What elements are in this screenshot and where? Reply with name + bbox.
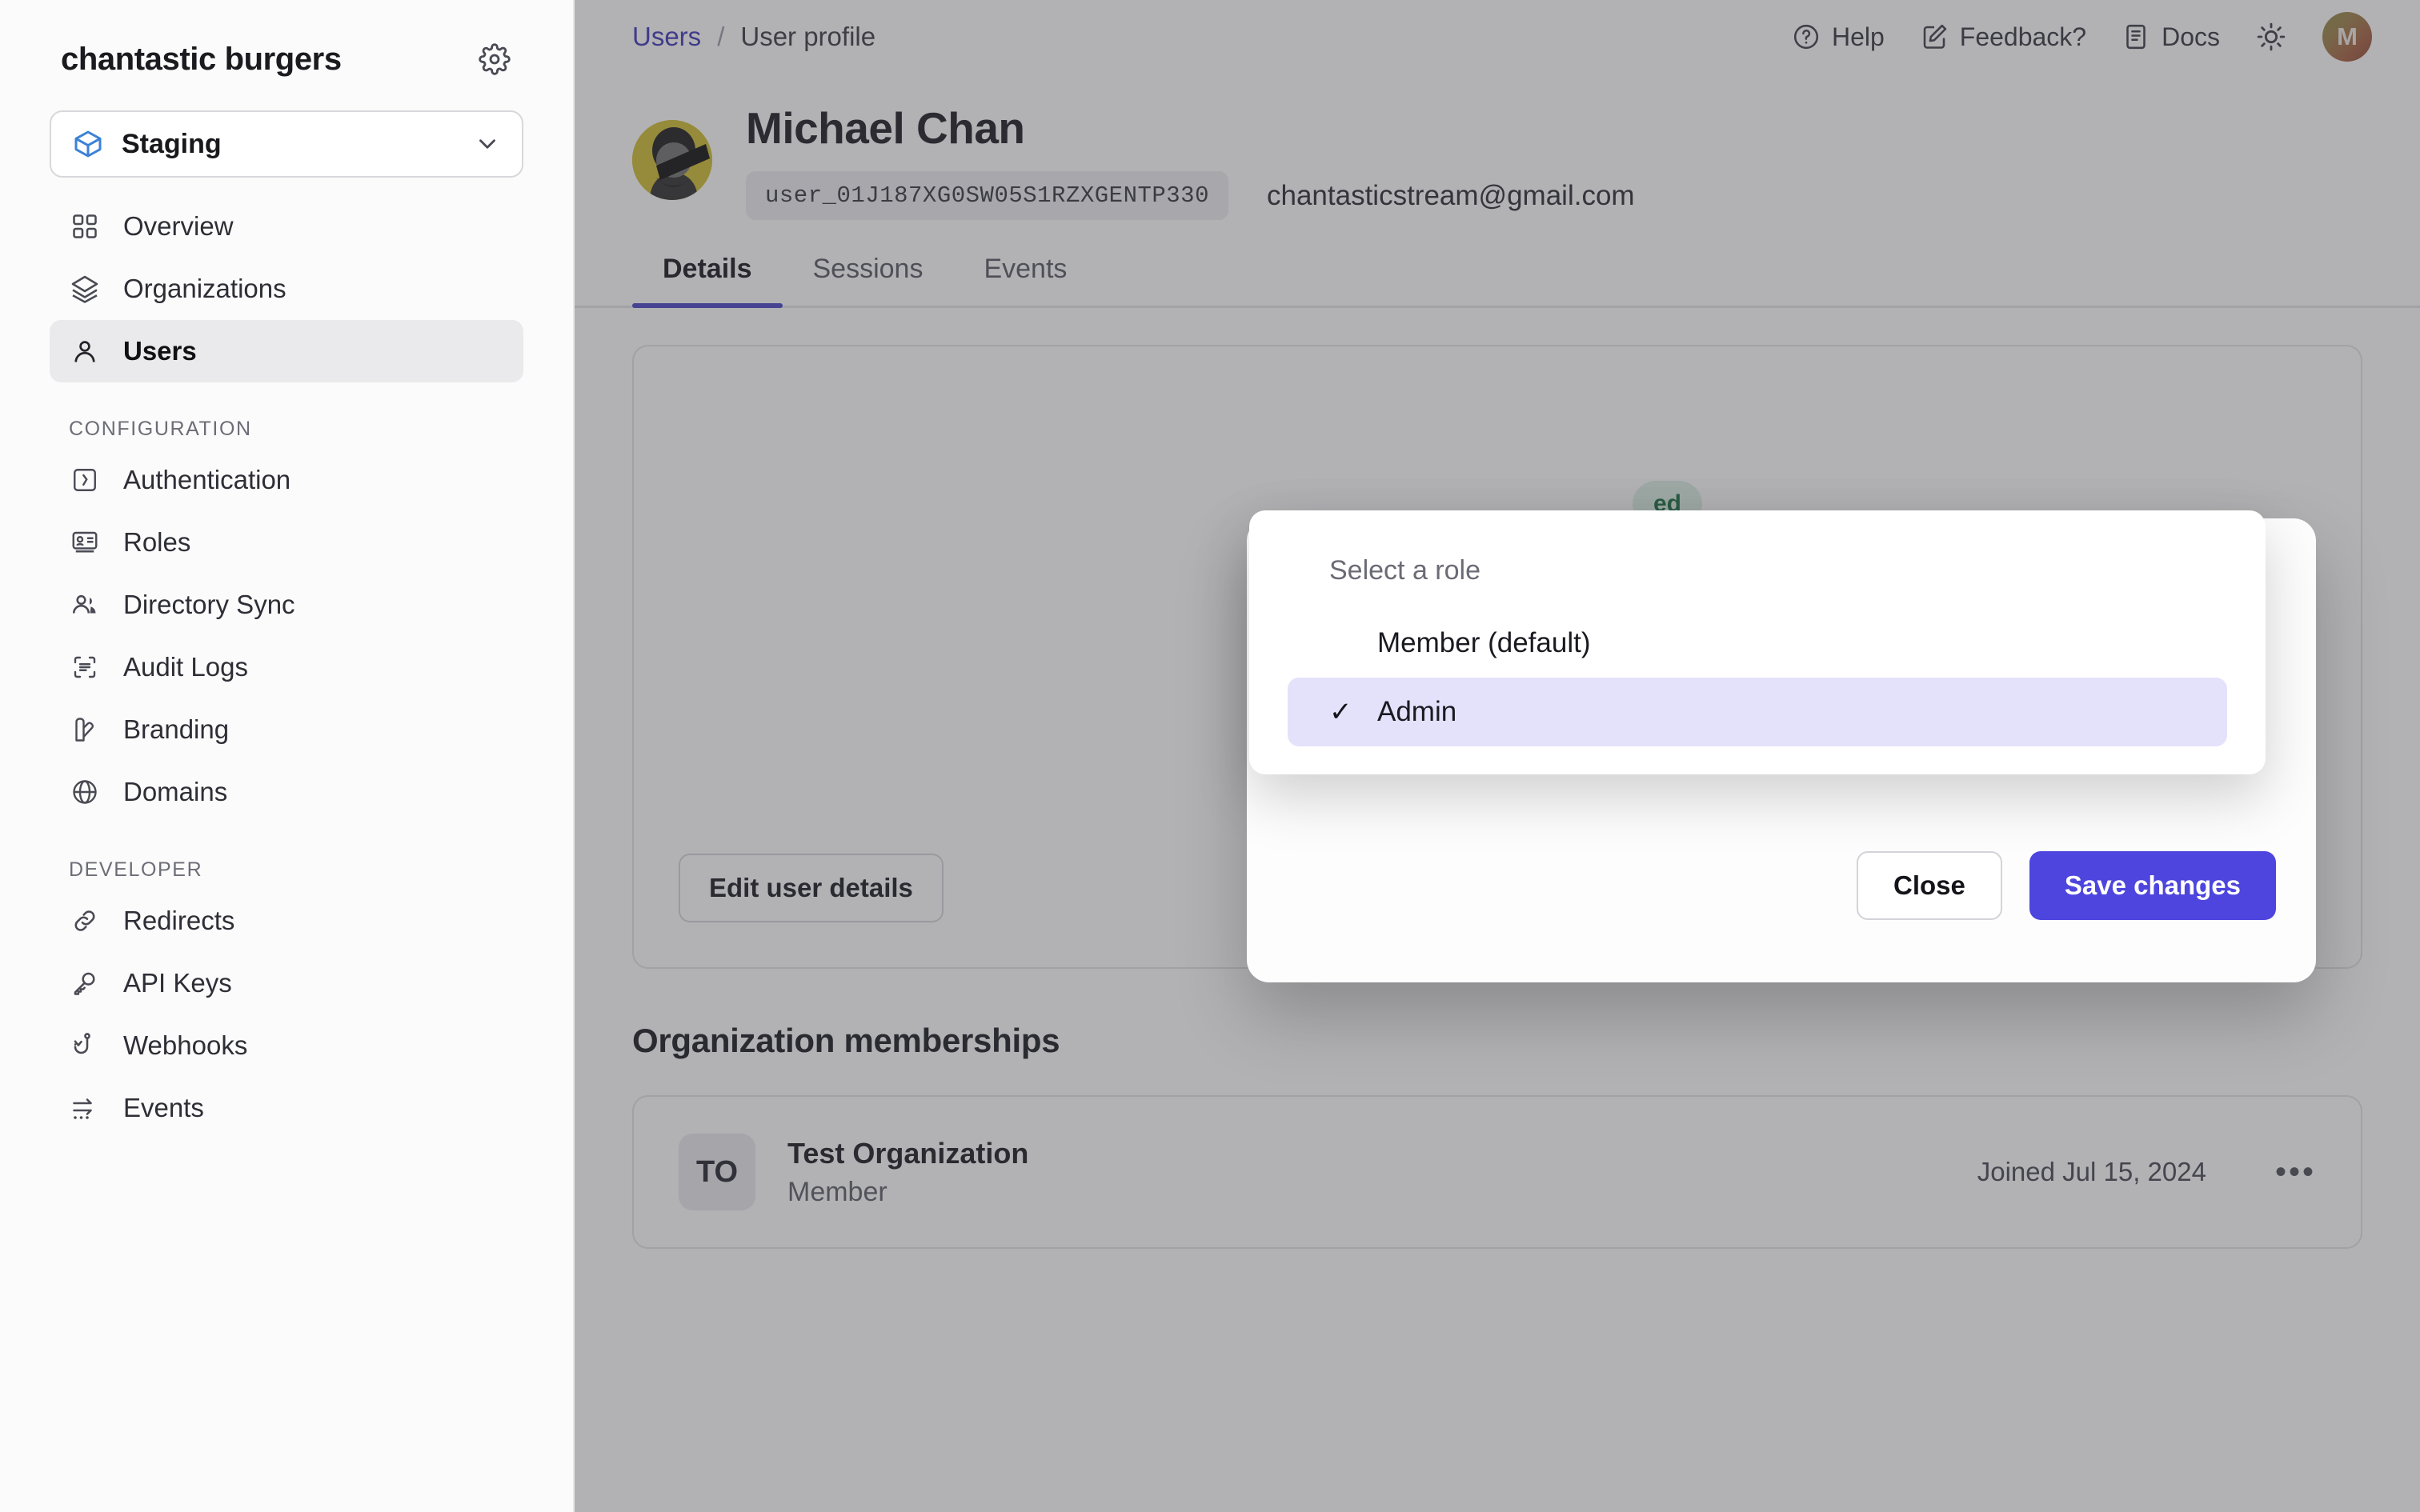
gear-icon[interactable] [472,37,517,82]
swatch-icon [69,714,101,746]
sidebar-item-directory-sync[interactable]: Directory Sync [50,574,523,636]
layers-icon [69,273,101,305]
hook-icon [69,1030,101,1062]
check-icon: ✓ [1329,697,1352,727]
sidebar-item-roles[interactable]: Roles [50,511,523,574]
sidebar-item-label: Audit Logs [123,652,248,682]
sidebar-item-redirects[interactable]: Redirects [50,890,523,952]
sidebar-item-label: Directory Sync [123,590,295,619]
globe-icon [69,776,101,808]
role-option-label: Member (default) [1377,627,1591,658]
environment-name: Staging [122,128,222,159]
auth-key-icon [69,464,101,496]
save-changes-button[interactable]: Save changes [2029,851,2276,920]
role-select-dropdown: Select a role Member (default) ✓ Admin [1249,510,2266,774]
grid-icon [69,210,101,242]
role-dropdown-label: Select a role [1329,555,1480,586]
brand-name: chantastic burgers [61,41,342,77]
users-icon [69,589,101,621]
chevron-down-icon [474,130,501,158]
modal-footer: Close Save changes [1857,851,2276,920]
environment-selector[interactable]: Staging [50,110,523,178]
key-icon [69,967,101,999]
sidebar-item-label: Events [123,1093,204,1122]
sidebar-item-label: Branding [123,714,230,744]
sidebar-item-label: API Keys [123,968,232,998]
sidebar-item-users[interactable]: Users [50,320,523,382]
user-icon [69,335,101,367]
sidebar-item-domains[interactable]: Domains [50,761,523,823]
sidebar-item-overview[interactable]: Overview [50,195,523,258]
sidebar: chantastic burgers Staging Overview Orga… [0,0,575,1512]
sidebar-item-label: Overview [123,211,234,241]
sidebar-item-label: Organizations [123,274,286,303]
role-option-member[interactable]: Member (default) [1288,609,2227,678]
sidebar-item-organizations[interactable]: Organizations [50,258,523,320]
arrow-flow-icon [69,1092,101,1124]
sidebar-item-webhooks[interactable]: Webhooks [50,1014,523,1077]
sidebar-item-label: Webhooks [123,1030,248,1060]
sidebar-header: chantastic burgers [50,37,523,82]
sidebar-item-label: Roles [123,527,191,557]
link-icon [69,905,101,937]
sidebar-item-label: Domains [123,777,228,806]
sidebar-item-authentication[interactable]: Authentication [50,449,523,511]
sidebar-item-label: Redirects [123,906,235,935]
scan-text-icon [69,651,101,683]
main-content: Users / User profile Help Feedback? Docs… [575,0,2420,1512]
sidebar-item-audit-logs[interactable]: Audit Logs [50,636,523,698]
app-root: chantastic burgers Staging Overview Orga… [0,0,2420,1512]
role-option-label: Admin [1377,696,1457,727]
id-card-icon [69,526,101,558]
close-button[interactable]: Close [1857,851,2002,920]
sidebar-item-label: Authentication [123,465,291,494]
cube-icon [72,128,104,160]
sidebar-nav: Overview Organizations Users CONFIGURATI… [50,195,523,1139]
sidebar-item-branding[interactable]: Branding [50,698,523,761]
sidebar-group-developer-label: DEVELOPER [69,858,203,881]
sidebar-group-configuration-label: CONFIGURATION [69,418,252,440]
role-option-admin[interactable]: ✓ Admin [1288,678,2227,746]
sidebar-item-events[interactable]: Events [50,1077,523,1139]
sidebar-item-api-keys[interactable]: API Keys [50,952,523,1014]
sidebar-item-label: Users [123,336,197,366]
